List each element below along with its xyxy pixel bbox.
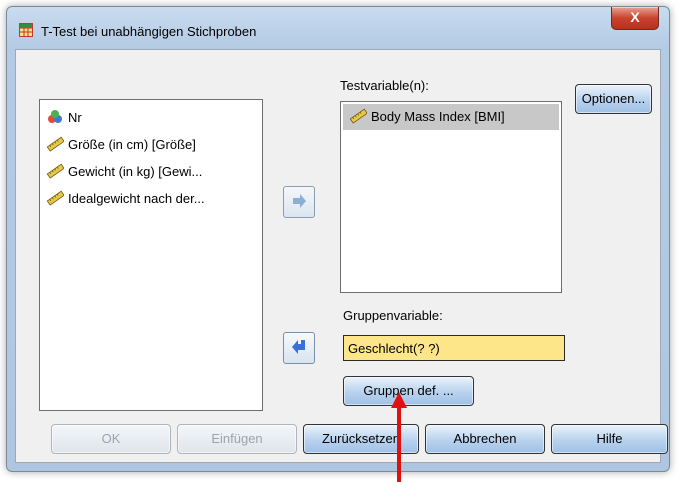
arrow-right-icon [293,194,306,208]
scale-variable-icon [46,190,64,206]
define-groups-button[interactable]: Gruppen def. ... [343,376,474,406]
list-item[interactable]: Gewicht (in kg) [Gewi... [46,162,202,182]
list-item-label: Idealgewicht nach der... [68,191,205,206]
scale-variable-icon [46,136,64,152]
test-variables-label: Testvariable(n): [340,78,429,93]
list-item[interactable]: Größe (in cm) [Größe] [46,135,196,155]
close-button[interactable]: X [611,7,659,30]
list-item[interactable]: Body Mass Index [BMI] [349,107,505,127]
move-to-test-variables-button[interactable] [283,186,315,218]
window-title: T-Test bei unabhängigen Stichproben [41,24,257,39]
spss-table-icon [19,23,33,37]
dialog-window: T-Test bei unabhängigen Stichproben X Nr… [6,6,670,472]
test-variables-list[interactable]: Body Mass Index [BMI] [340,101,562,293]
options-button[interactable]: Optionen... [575,84,652,114]
cancel-button[interactable]: Abbrechen [425,424,545,454]
list-item-label: Body Mass Index [BMI] [371,109,505,124]
reset-button[interactable]: Zurücksetzen [303,424,419,454]
move-grouping-variable-button[interactable] [283,332,315,364]
list-item[interactable]: Nr [46,108,82,128]
grouping-variable-field[interactable]: Geschlecht(? ?) [343,335,565,361]
scale-variable-icon [46,163,64,179]
grouping-variable-label: Gruppenvariable: [343,308,443,323]
help-button[interactable]: Hilfe [551,424,668,454]
dialog-body: Nr Größe (in cm) [Größe] Gewicht (in kg)… [15,49,668,463]
scale-variable-icon [349,108,367,124]
paste-button[interactable]: Einfügen [177,424,297,454]
arrow-left-icon [292,340,305,354]
list-item-label: Gewicht (in kg) [Gewi... [68,164,203,179]
list-item-label: Größe (in cm) [Größe] [68,137,196,152]
nominal-variable-icon [48,110,62,123]
title-bar: T-Test bei unabhängigen Stichproben X [7,7,669,41]
source-variable-list[interactable]: Nr Größe (in cm) [Größe] Gewicht (in kg)… [39,99,263,411]
list-item[interactable]: Idealgewicht nach der... [46,189,205,209]
ok-button[interactable]: OK [51,424,171,454]
pointer-arrow-line [397,405,401,482]
list-item-label: Nr [68,110,82,125]
